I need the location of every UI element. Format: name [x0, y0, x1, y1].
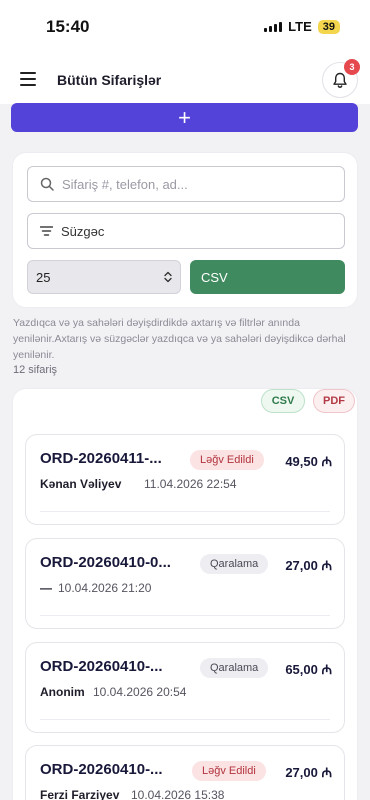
- page-size-value: 25: [36, 269, 51, 285]
- signal-icon: [264, 21, 283, 32]
- menu-icon[interactable]: [20, 72, 36, 86]
- customer-name: Ferzi Farziyev: [40, 788, 120, 800]
- order-count: 12 sifariş: [13, 364, 58, 376]
- orders-list: CSV PDF ORD-20260411-... Ləğv Edildi 49,…: [12, 388, 358, 800]
- search-field[interactable]: [27, 166, 345, 202]
- export-pdf-button[interactable]: PDF: [313, 389, 355, 413]
- status-indicators: LTE 39: [264, 19, 340, 34]
- search-input[interactable]: [62, 176, 322, 192]
- export-csv-button[interactable]: CSV: [261, 389, 305, 413]
- order-id: ORD-20260410-0...: [40, 554, 171, 571]
- battery-icon: 39: [317, 19, 340, 34]
- order-amount: 49,50 ₼: [285, 454, 332, 469]
- csv-export-button[interactable]: CSV: [190, 260, 345, 294]
- customer-name: Anonim: [40, 685, 85, 699]
- order-card[interactable]: ORD-20260410-... Ləğv Edildi 27,00 ₼ Fer…: [25, 745, 345, 800]
- order-date: 10.04.2026 15:38: [131, 788, 225, 800]
- order-amount: 65,00 ₼: [285, 662, 332, 677]
- order-id: ORD-20260411-...: [40, 450, 162, 467]
- order-date: 11.04.2026 22:54: [144, 477, 237, 491]
- status-time: 15:40: [46, 17, 90, 36]
- order-amount: 27,00 ₼: [285, 558, 332, 573]
- filter-icon: [40, 226, 53, 236]
- status-badge: Ləğv Edildi: [190, 450, 264, 470]
- order-date: 10.04.2026 20:54: [93, 685, 187, 699]
- filter-button[interactable]: Süzgəc: [27, 213, 345, 249]
- add-order-button[interactable]: +: [11, 103, 358, 132]
- page-size-select[interactable]: 25: [27, 260, 181, 294]
- app-header: Bütün Sifarişlər 3: [0, 54, 370, 104]
- order-card[interactable]: ORD-20260410-0... Qaralama 27,00 ₼ — 10.…: [25, 538, 345, 629]
- filter-label: Süzgəc: [61, 223, 105, 239]
- customer-name: Kənan Vəliyev: [40, 477, 122, 491]
- order-id: ORD-20260410-...: [40, 658, 163, 675]
- page-title: Bütün Sifarişlər: [57, 72, 162, 88]
- divider: [40, 615, 330, 616]
- order-card[interactable]: ORD-20260411-... Ləğv Edildi 49,50 ₼ Kən…: [25, 434, 345, 525]
- status-badge: Qaralama: [200, 658, 269, 678]
- divider: [40, 719, 330, 720]
- order-date: 10.04.2026 21:20: [58, 581, 152, 595]
- chevron-updown-icon: [164, 271, 172, 283]
- order-card[interactable]: ORD-20260410-... Qaralama 65,00 ₼ Anonim…: [25, 642, 345, 733]
- network-label: LTE: [288, 19, 312, 34]
- notifications-button[interactable]: 3: [322, 59, 360, 98]
- customer-name: —: [40, 581, 52, 595]
- order-amount: 27,00 ₼: [285, 765, 332, 780]
- status-badge: Qaralama: [200, 554, 269, 574]
- search-icon: [40, 177, 54, 191]
- order-id: ORD-20260410-...: [40, 761, 163, 778]
- filter-panel: Süzgəc 25 CSV: [12, 152, 358, 308]
- notification-badge: 3: [344, 59, 360, 75]
- plus-icon: +: [178, 104, 191, 130]
- status-badge: Ləğv Edildi: [192, 761, 266, 781]
- bell-icon: [333, 72, 347, 88]
- status-bar: 15:40 LTE 39: [0, 0, 370, 54]
- hint-text: Yazdıqca və ya sahələri dəyişdirdikdə ax…: [13, 317, 346, 361]
- divider: [40, 511, 330, 512]
